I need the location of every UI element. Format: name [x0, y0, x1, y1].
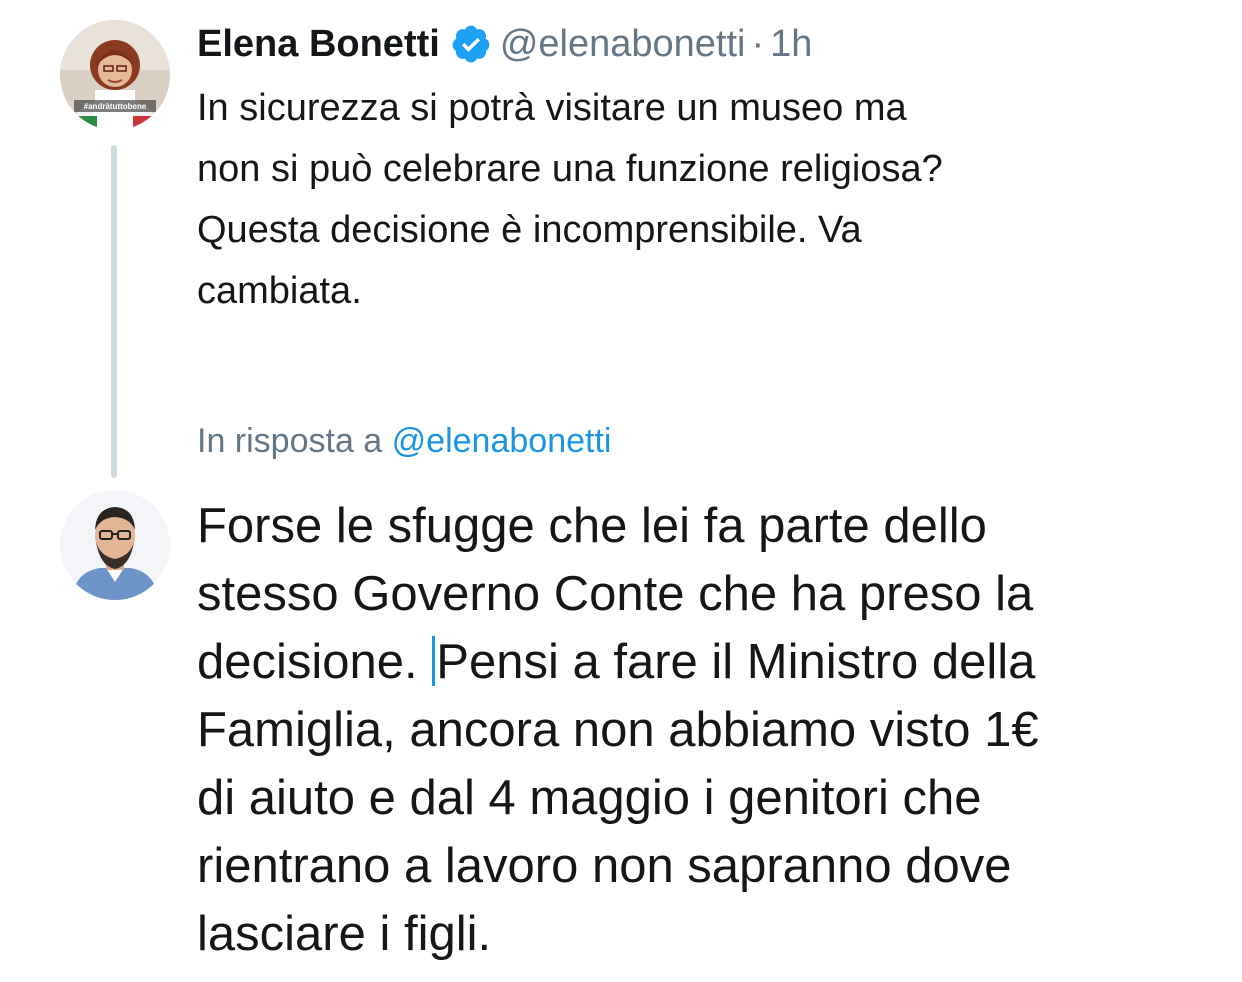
tweet-header: Elena Bonetti @elenabonetti · 1h — [197, 18, 812, 70]
thread-connector-line — [111, 145, 117, 478]
verified-badge-icon — [450, 23, 492, 65]
tweet-text-line: Questa decisione è incomprensibile. Va — [197, 209, 862, 251]
author-avatar[interactable]: #andràtuttobene — [60, 20, 170, 130]
reply-text-line: Famiglia, ancora non abbiamo visto 1€ — [197, 703, 1039, 757]
author-name[interactable]: Elena Bonetti — [197, 23, 440, 66]
tweet-text: In sicurezza si potrà visitare un museo … — [197, 78, 1207, 322]
reply-text-line: Forse le sfugge che lei fa parte dello — [197, 499, 987, 553]
text-cursor-caret — [432, 636, 436, 686]
reply-context: In risposta a @elenabonetti — [197, 418, 611, 464]
tweet-text-line: non si può celebrare una funzione religi… — [197, 148, 943, 190]
reply-author-avatar[interactable] — [60, 490, 170, 600]
reply-text[interactable]: Forse le sfugge che lei fa parte dello s… — [197, 492, 1227, 968]
reply-text-line: lasciare i figli. — [197, 907, 492, 961]
reply-text-line: di aiuto e dal 4 maggio i genitori che — [197, 771, 982, 825]
reply-text-line: stesso Governo Conte che ha preso la — [197, 567, 1034, 621]
tweet-text-line: cambiata. — [197, 270, 362, 312]
avatar-overlay-text: #andràtuttobene — [84, 102, 147, 111]
reply-text-segment: decisione. — [197, 635, 418, 689]
header-separator: · — [751, 22, 765, 65]
reply-text-line: rientrano a lavoro non sapranno dove — [197, 839, 1012, 893]
reply-mention-link[interactable]: @elenabonetti — [392, 422, 612, 460]
reply-text-line-with-caret: decisione. Pensi a fare il Ministro dell… — [197, 628, 1227, 696]
author-handle[interactable]: @elenabonetti — [500, 23, 746, 66]
tweet-timestamp[interactable]: 1h — [770, 23, 812, 66]
tweet-text-line: In sicurezza si potrà visitare un museo … — [197, 87, 907, 129]
reply-text-segment: Pensi a fare il Ministro della — [436, 635, 1036, 689]
reply-context-prefix: In risposta a — [197, 422, 383, 460]
